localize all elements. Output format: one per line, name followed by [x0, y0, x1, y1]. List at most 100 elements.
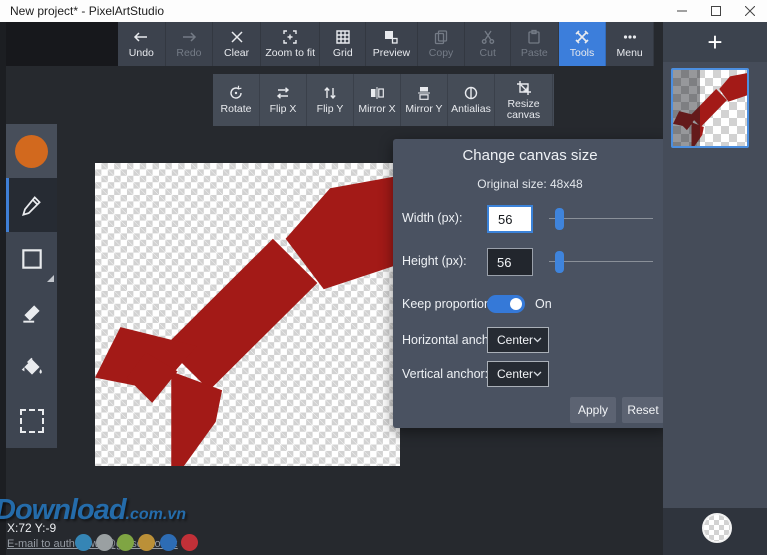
- close-icon: [745, 6, 755, 16]
- flip-x-icon: [274, 84, 292, 102]
- zoom-to-fit-button[interactable]: Zoom to fit: [261, 22, 321, 66]
- paste-icon: [525, 28, 543, 46]
- width-input[interactable]: 56: [487, 205, 533, 233]
- minimize-icon: [677, 6, 687, 16]
- tools-button[interactable]: Tools: [559, 22, 607, 66]
- preview-button[interactable]: Preview: [366, 22, 418, 66]
- toggle-knob: [510, 298, 522, 310]
- vertical-anchor-select[interactable]: Center: [487, 361, 549, 387]
- flip-y-button[interactable]: Flip Y: [307, 74, 354, 126]
- original-size-text: Original size: 48x48: [393, 177, 667, 191]
- keep-proportions-label: Keep proportions:: [402, 297, 501, 311]
- keep-proportions-state: On: [535, 297, 552, 311]
- minimize-button[interactable]: [665, 0, 699, 22]
- menu-button[interactable]: Menu: [606, 22, 654, 66]
- height-slider-track: [549, 261, 653, 262]
- pencil-tool[interactable]: [6, 178, 57, 232]
- height-slider-thumb[interactable]: [555, 251, 564, 273]
- keep-proportions-toggle[interactable]: [487, 295, 525, 313]
- flip-x-button[interactable]: Flip X: [260, 74, 307, 126]
- thumbnail-overlay: [673, 70, 700, 146]
- reset-button[interactable]: Reset: [622, 397, 664, 423]
- redo-icon: [180, 28, 198, 46]
- resize-canvas-icon: [515, 79, 533, 97]
- copy-button[interactable]: Copy: [418, 22, 466, 66]
- watermark-dot: [138, 534, 155, 551]
- chevron-down-icon: [533, 337, 542, 343]
- app-window: New project* - PixelArtStudio Undo Redo …: [0, 0, 767, 555]
- watermark-suffix: .com.vn: [126, 506, 186, 523]
- watermark-dot: [75, 534, 92, 551]
- redo-button[interactable]: Redo: [166, 22, 214, 66]
- copy-icon: [432, 28, 450, 46]
- clear-icon: [228, 28, 246, 46]
- rocket-artwork: [95, 163, 400, 466]
- width-label: Width (px):: [402, 211, 462, 225]
- zoom-to-fit-icon: [281, 28, 299, 46]
- mirror-x-icon: [368, 84, 386, 102]
- transform-toolbar: Rotate Flip X Flip Y Mirror X Mirror Y A…: [213, 74, 554, 126]
- eraser-tool[interactable]: [6, 286, 57, 340]
- watermark-dot: [117, 534, 134, 551]
- antialias-icon: [462, 84, 480, 102]
- antialias-button[interactable]: Antialias: [448, 74, 495, 126]
- vertical-anchor-value: Center: [497, 367, 533, 381]
- fill-tool[interactable]: [6, 340, 57, 394]
- cut-button[interactable]: Cut: [465, 22, 511, 66]
- pixel-canvas[interactable]: [95, 163, 400, 466]
- frames-panel-footer: [663, 508, 767, 555]
- transparent-color-well[interactable]: [702, 513, 732, 543]
- tools-sidebar: [6, 124, 57, 448]
- watermark-dot: [181, 534, 198, 551]
- color-swatch[interactable]: [6, 124, 57, 178]
- menu-dots-icon: [621, 28, 639, 46]
- watermark-dot: [160, 534, 177, 551]
- grid-button[interactable]: Grid: [320, 22, 366, 66]
- maximize-icon: [711, 6, 721, 16]
- rotate-button[interactable]: Rotate: [213, 74, 260, 126]
- tools-icon: [573, 28, 591, 46]
- frame-thumbnail[interactable]: [671, 68, 749, 148]
- dialog-title: Change canvas size: [393, 147, 667, 164]
- mirror-x-button[interactable]: Mirror X: [354, 74, 401, 126]
- clear-button[interactable]: Clear: [213, 22, 261, 66]
- horizontal-anchor-select[interactable]: Center: [487, 327, 549, 353]
- vertical-anchor-label: Vertical anchor:: [402, 367, 488, 381]
- fill-bucket-icon: [19, 354, 45, 380]
- flyout-corner-icon: [47, 275, 54, 282]
- add-frame-button[interactable]: +: [663, 22, 767, 62]
- main-toolbar: Undo Redo Clear Zoom to fit Grid Preview…: [118, 22, 654, 66]
- height-input[interactable]: 56: [487, 248, 533, 276]
- maximize-button[interactable]: [699, 0, 733, 22]
- mirror-y-icon: [415, 84, 433, 102]
- grid-icon: [334, 28, 352, 46]
- height-label: Height (px):: [402, 254, 467, 268]
- height-slider[interactable]: [549, 248, 653, 276]
- window-title: New project* - PixelArtStudio: [10, 4, 164, 18]
- marquee-icon: [20, 409, 44, 433]
- paste-button[interactable]: Paste: [511, 22, 559, 66]
- toolbar-left-spacer: [0, 22, 118, 66]
- frames-panel: +: [663, 22, 767, 555]
- undo-button[interactable]: Undo: [118, 22, 166, 66]
- flip-y-icon: [321, 84, 339, 102]
- title-bar: New project* - PixelArtStudio: [0, 0, 767, 22]
- selection-tool[interactable]: [6, 394, 57, 448]
- preview-icon: [382, 28, 400, 46]
- cut-icon: [479, 28, 497, 46]
- width-slider-thumb[interactable]: [555, 208, 564, 230]
- rectangle-tool[interactable]: [6, 232, 57, 286]
- rotate-icon: [227, 84, 245, 102]
- color-swatch-circle: [15, 135, 48, 168]
- close-button[interactable]: [733, 0, 767, 22]
- watermark-dot: [96, 534, 113, 551]
- mirror-y-button[interactable]: Mirror Y: [401, 74, 448, 126]
- resize-canvas-button[interactable]: Resize canvas: [495, 74, 553, 126]
- apply-button[interactable]: Apply: [570, 397, 616, 423]
- pencil-icon: [19, 192, 45, 218]
- eraser-icon: [19, 300, 45, 326]
- rectangle-icon: [19, 246, 45, 272]
- width-slider[interactable]: [549, 205, 653, 233]
- undo-icon: [132, 28, 150, 46]
- chevron-down-icon: [533, 371, 542, 377]
